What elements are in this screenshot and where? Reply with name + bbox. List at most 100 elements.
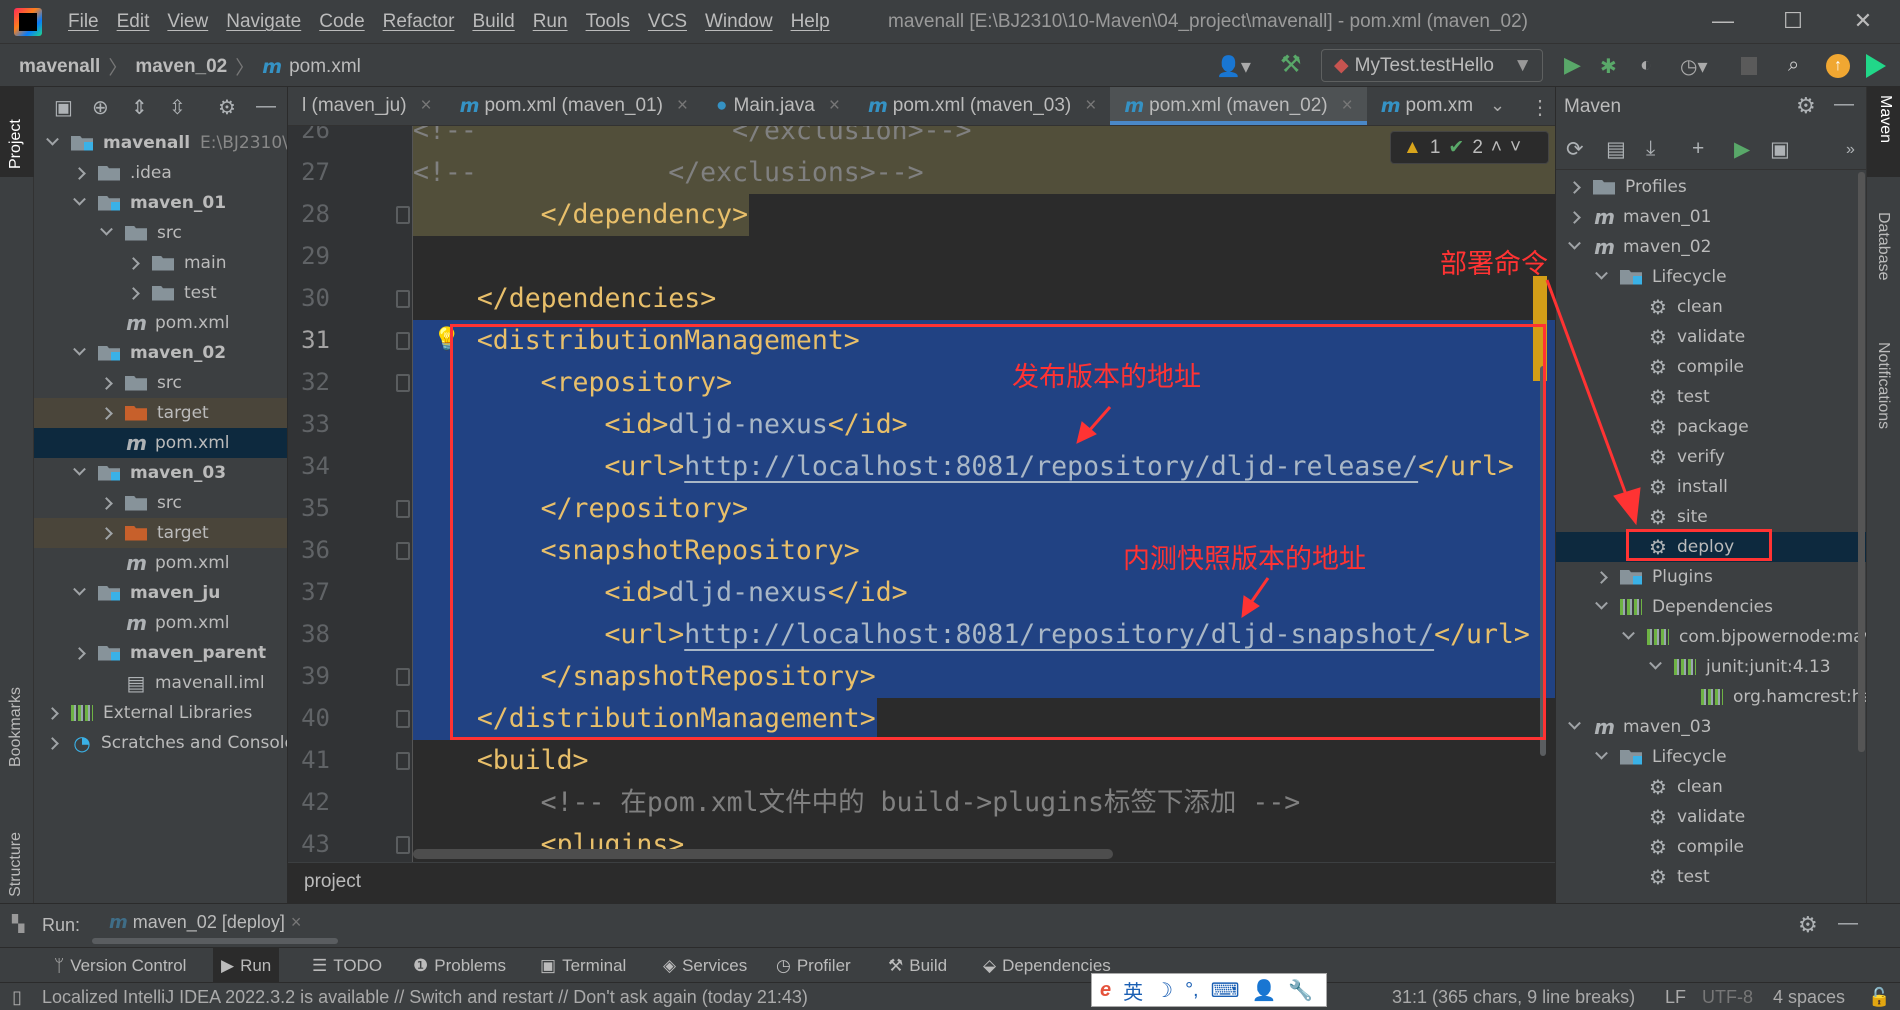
menu-tools[interactable]: Tools (586, 11, 630, 33)
tree-item-junit-junit-4-13[interactable]: junit:junit:4.13 (1556, 652, 1866, 682)
ime-language[interactable]: 英 (1123, 976, 1143, 1005)
line-separator[interactable]: LF (1665, 987, 1686, 1008)
search-icon[interactable]: ⌕ (1788, 54, 1799, 77)
tab-list-chevron-icon[interactable]: ⌄ (1490, 95, 1505, 116)
tree-item-deploy[interactable]: ⚙ deploy (1556, 532, 1866, 562)
tree-item-lifecycle[interactable]: Lifecycle (1556, 262, 1866, 292)
fold-marker-icon[interactable] (396, 374, 410, 392)
ime-punct-icon[interactable]: °, (1185, 979, 1199, 1002)
close-tab-icon[interactable]: × (1085, 95, 1096, 117)
project-tool-button[interactable]: Project (0, 87, 34, 177)
inspection-widget[interactable]: ▲ 1 ✔ 2 ˄ ˅ (1390, 131, 1549, 164)
tree-item-pom-xml[interactable]: m pom.xml (34, 428, 287, 458)
chevron-down-icon[interactable] (73, 192, 86, 206)
add-icon[interactable]: + (1692, 137, 1704, 161)
file-encoding[interactable]: UTF-8 (1702, 987, 1753, 1008)
tree-item-compile[interactable]: ⚙ compile (1556, 832, 1866, 862)
chevron-down-icon[interactable] (100, 222, 113, 236)
next-highlight-icon[interactable]: ˅ (1510, 137, 1521, 159)
more-tabs-icon[interactable]: ⋮ (1530, 95, 1550, 120)
chevron-down-icon[interactable] (1649, 656, 1662, 670)
tree-item-maven-ju[interactable]: maven_ju (34, 578, 287, 608)
user-icon[interactable]: 👤▾ (1216, 54, 1251, 79)
breadcrumb-module[interactable]: maven_02 (135, 56, 227, 78)
tree-item-target[interactable]: target (34, 518, 287, 548)
tree-item-mavenall-iml[interactable]: ▤ mavenall.iml (34, 668, 287, 698)
code-with-me-icon[interactable] (1866, 54, 1886, 78)
menu-code[interactable]: Code (319, 11, 364, 33)
chevron-right-icon[interactable] (100, 406, 113, 420)
menu-view[interactable]: View (167, 11, 208, 33)
collapse-all-icon[interactable]: ⇳ (169, 95, 186, 120)
notifications-tool-button[interactable]: Notifications (1874, 342, 1892, 429)
more-icon[interactable]: » (1846, 141, 1855, 159)
tab-pom-xm[interactable]: m pom.xm (1367, 87, 1487, 125)
locate-icon[interactable]: ⊕ (92, 95, 109, 120)
tree-item-maven-03[interactable]: m maven_03 (1556, 712, 1866, 742)
tree-item-lifecycle[interactable]: Lifecycle (1556, 742, 1866, 772)
chevron-right-icon[interactable] (1595, 570, 1608, 584)
maximize-button[interactable]: ☐ (1778, 8, 1808, 34)
tree-item-pom-xml[interactable]: m pom.xml (34, 308, 287, 338)
caret-position[interactable]: 31:1 (365 chars, 9 line breaks) (1392, 987, 1635, 1008)
build-tool-button[interactable]: ⚒ Build (880, 948, 955, 983)
breadcrumb-file[interactable]: pom.xml (289, 56, 361, 78)
chevron-right-icon[interactable] (100, 496, 113, 510)
chevron-down-icon[interactable] (73, 582, 86, 596)
minimize-button[interactable]: — (1708, 8, 1738, 34)
close-tab-icon[interactable]: × (291, 912, 302, 933)
tree-item-site[interactable]: ⚙ site (1556, 502, 1866, 532)
menu-edit[interactable]: Edit (117, 11, 150, 33)
hide-icon[interactable]: — (1834, 93, 1854, 116)
tree-item-external-libraries[interactable]: External Libraries (34, 698, 287, 728)
hide-icon[interactable]: — (1838, 912, 1858, 935)
tree-item-pom-xml[interactable]: m pom.xml (34, 548, 287, 578)
gear-icon[interactable]: ⚙ (1796, 93, 1816, 119)
tab-pom-xml-maven-02-[interactable]: m pom.xml (maven_02) × (1110, 87, 1367, 125)
profiler-tool-button[interactable]: ◷ Profiler (768, 948, 859, 983)
stop-icon[interactable] (1741, 57, 1757, 75)
tree-item-pom-xml[interactable]: m pom.xml (34, 608, 287, 638)
tree-item-src[interactable]: src (34, 218, 287, 248)
tree-item-test[interactable]: ⚙ test (1556, 862, 1866, 892)
tree-item-profiles[interactable]: Profiles (1556, 172, 1866, 202)
chevron-right-icon[interactable] (46, 706, 59, 720)
tree-item-org-hamcrest-ha[interactable]: org.hamcrest:ha (1556, 682, 1866, 712)
tree-item--idea[interactable]: .idea (34, 158, 287, 188)
chevron-right-icon[interactable] (1568, 180, 1581, 194)
fold-marker-icon[interactable] (396, 332, 410, 350)
debug-icon[interactable]: ✱ (1600, 54, 1617, 79)
tree-item-mavenall[interactable]: mavenall E:\BJ2310\1 (34, 128, 287, 158)
run-tab-scrollbar[interactable] (92, 938, 338, 944)
run-maven-build-icon[interactable]: ▶ (1734, 137, 1750, 162)
fold-marker-icon[interactable] (396, 836, 410, 854)
tree-item-package[interactable]: ⚙ package (1556, 412, 1866, 442)
hide-icon[interactable]: — (256, 95, 276, 118)
profiler-icon[interactable]: ◷▾ (1680, 54, 1708, 79)
close-tab-icon[interactable]: × (829, 95, 840, 117)
update-icon[interactable]: ↑ (1826, 54, 1850, 78)
maven-scrollbar[interactable] (1858, 172, 1865, 752)
generate-sources-icon[interactable]: ▤ (1606, 137, 1626, 162)
tab-pom-xml-maven-03-[interactable]: m pom.xml (maven_03) × (854, 87, 1110, 125)
tab-main-java[interactable]: ● Main.java × (702, 87, 854, 125)
fold-marker-icon[interactable] (396, 542, 410, 560)
url-link[interactable]: http://localhost:8081/repository/dljd-sn… (684, 619, 1434, 650)
chevron-down-icon[interactable] (73, 342, 86, 356)
status-message[interactable]: Localized IntelliJ IDEA 2022.3.2 is avai… (42, 987, 808, 1008)
chevron-right-icon[interactable] (100, 376, 113, 390)
tab-pom-xml-maven-01-[interactable]: m pom.xml (maven_01) × (446, 87, 702, 125)
chevron-right-icon[interactable] (127, 256, 140, 270)
vertical-scrollbar[interactable] (1540, 366, 1546, 756)
fold-marker-icon[interactable] (396, 290, 410, 308)
select-opened-file-icon[interactable]: ▣ (54, 95, 73, 120)
run-tab-maven-02-deploy[interactable]: m maven_02 [deploy] × (109, 912, 301, 933)
todo-tool-button[interactable]: ☰ TODO (304, 948, 390, 983)
menu-window[interactable]: Window (705, 11, 773, 33)
tree-item-test[interactable]: ⚙ test (1556, 382, 1866, 412)
indent-setting[interactable]: 4 spaces (1773, 987, 1845, 1008)
chevron-right-icon[interactable] (73, 166, 86, 180)
bookmarks-tool-button[interactable]: Bookmarks (7, 687, 25, 767)
ime-settings-icon[interactable]: 🔧 (1288, 978, 1313, 1003)
problems-tool-button[interactable]: ❶ Problems (405, 948, 514, 983)
